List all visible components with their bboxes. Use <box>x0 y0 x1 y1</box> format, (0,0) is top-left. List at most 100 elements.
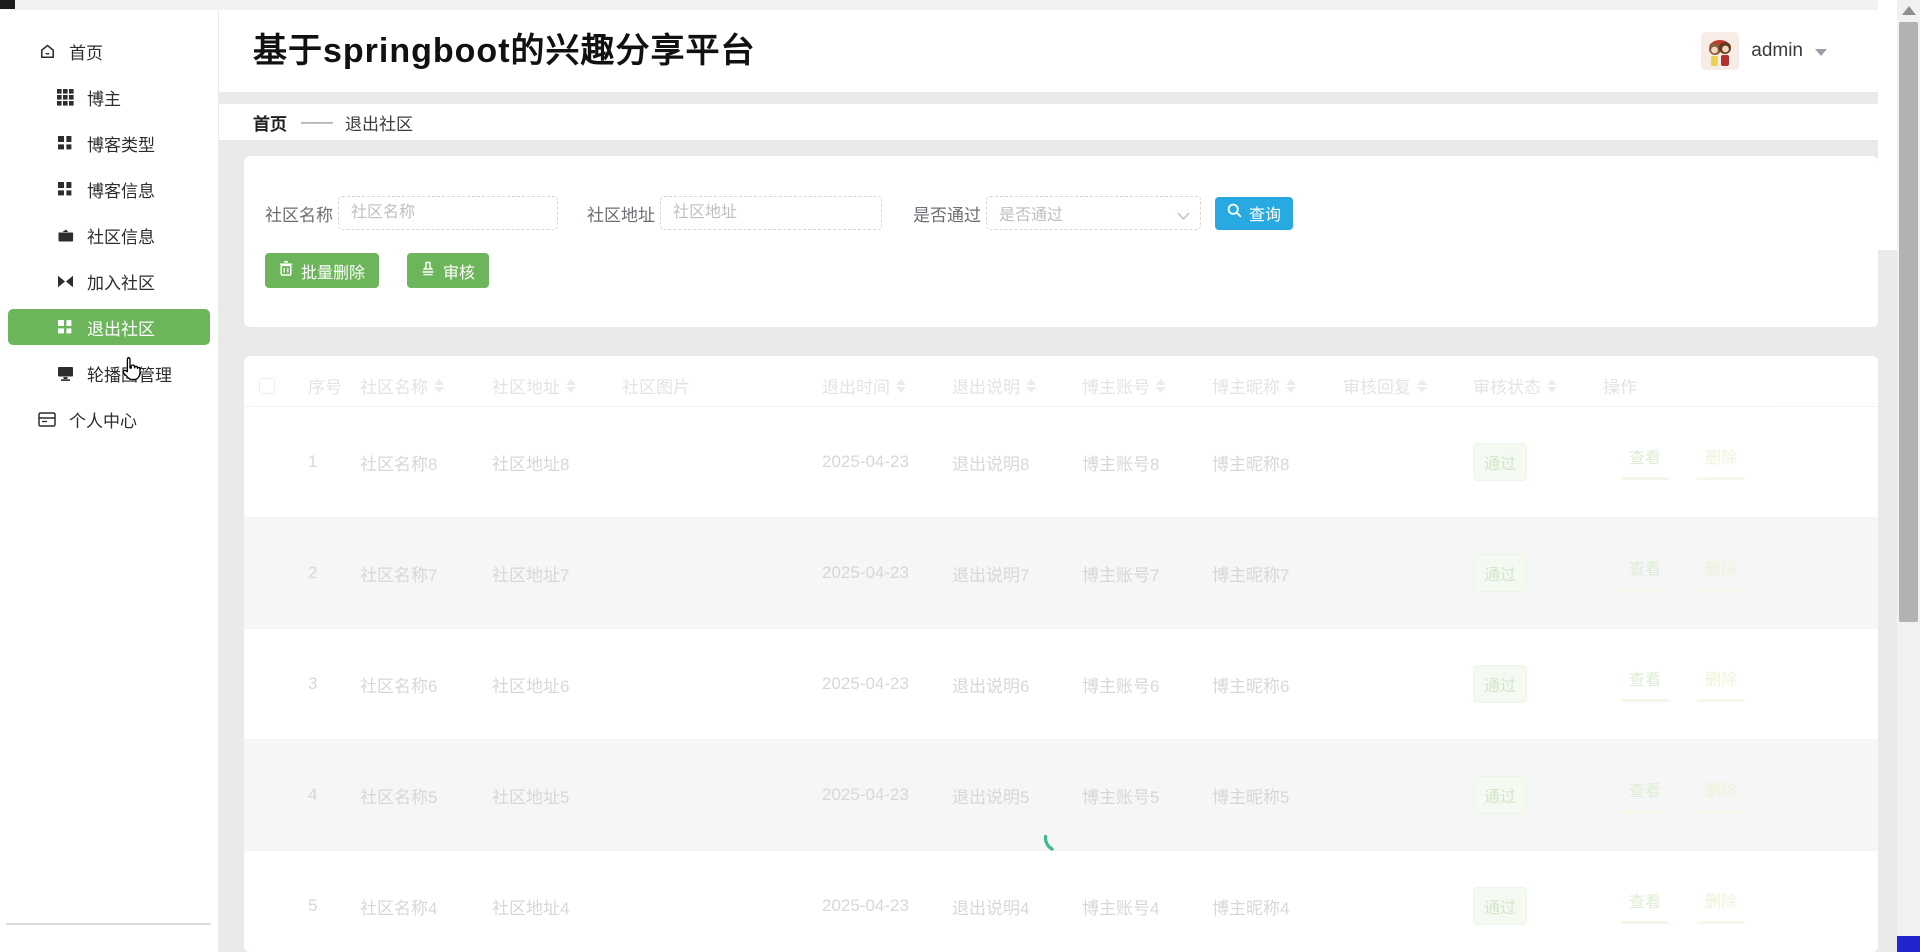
cell-nick: 博主昵称5 <box>1202 783 1333 808</box>
sidebar-item-8[interactable]: 个人中心 <box>0 396 218 442</box>
sort-carets-icon[interactable] <box>434 379 444 393</box>
sort-carets-icon[interactable] <box>1417 379 1427 393</box>
home-icon <box>38 42 56 60</box>
column-header-7[interactable]: 博主账号 <box>1072 373 1202 398</box>
column-header-6[interactable]: 退出说明 <box>942 373 1072 398</box>
table-header-row: 序号社区名称 社区地址 社区图片 退出时间 退出说明博主账号博主昵称审核回复审核状态 操作 <box>244 365 1878 407</box>
sidebar-item-5[interactable]: 加入社区 <box>0 258 218 304</box>
grid4-icon <box>56 180 74 198</box>
magnifier-icon <box>1227 203 1242 223</box>
scrollbar-bottom-marker[interactable] <box>1897 936 1920 952</box>
cell-addr: 社区地址7 <box>482 561 612 586</box>
cell-nick: 博主昵称4 <box>1202 894 1333 919</box>
column-header-8[interactable]: 博主昵称 <box>1202 373 1333 398</box>
status-badge: 通过 <box>1473 776 1527 814</box>
community-addr-input[interactable] <box>660 196 882 230</box>
scrollbar-up-arrow-icon[interactable] <box>1902 6 1916 15</box>
sidebar-item-3[interactable]: 博客信息 <box>0 166 218 212</box>
wallet-icon <box>56 226 74 244</box>
page-title: 基于springboot的兴趣分享平台 <box>253 10 756 92</box>
bowtie-icon <box>56 272 74 290</box>
column-header-10[interactable]: 审核状态 <box>1463 373 1593 398</box>
cell-time: 2025-04-23 <box>812 896 942 916</box>
sidebar-item-label: 加入社区 <box>87 269 155 294</box>
delete-button[interactable]: 删除 <box>1697 555 1745 591</box>
community-name-input[interactable] <box>338 196 558 230</box>
sort-carets-icon[interactable] <box>896 379 906 393</box>
search-button[interactable]: 查询 <box>1215 197 1293 230</box>
column-header-2[interactable]: 社区名称 <box>350 373 482 398</box>
status-badge: 通过 <box>1473 665 1527 703</box>
sort-carets-icon[interactable] <box>566 379 576 393</box>
view-button[interactable]: 查看 <box>1621 888 1669 924</box>
sidebar: 首页博主博客类型博客信息社区信息加入社区退出社区轮播图管理个人中心 <box>0 10 219 952</box>
column-header-label: 社区地址 <box>492 373 560 398</box>
column-header-label: 操作 <box>1603 373 1637 398</box>
sort-carets-icon[interactable] <box>1547 379 1557 393</box>
view-button[interactable]: 查看 <box>1621 444 1669 480</box>
cell-index: 3 <box>298 674 350 694</box>
breadcrumb-separator: —— <box>301 112 331 132</box>
column-header-label: 退出时间 <box>822 373 890 398</box>
cell-addr: 社区地址6 <box>482 672 612 697</box>
cell-name: 社区名称6 <box>350 672 482 697</box>
table-row-1: 1社区名称8社区地址82025-04-23退出说明8博主账号8博主昵称8通过查看… <box>244 407 1878 518</box>
cell-addr: 社区地址4 <box>482 894 612 919</box>
table-row-5: 5社区名称4社区地址42025-04-23退出说明4博主账号4博主昵称4通过查看… <box>244 851 1878 952</box>
view-button[interactable]: 查看 <box>1621 555 1669 591</box>
user-name[interactable]: admin <box>1751 40 1803 62</box>
sidebar-item-7[interactable]: 轮播图管理 <box>0 350 218 396</box>
cell-desc: 退出说明4 <box>942 894 1072 919</box>
cell-status: 通过 <box>1463 554 1593 592</box>
column-header-label: 社区名称 <box>360 373 428 398</box>
column-header-3[interactable]: 社区地址 <box>482 373 612 398</box>
column-header-label: 社区图片 <box>622 373 690 398</box>
cell-addr: 社区地址5 <box>482 783 612 808</box>
view-button[interactable]: 查看 <box>1621 777 1669 813</box>
review-label: 审核 <box>443 259 475 283</box>
sidebar-divider <box>6 923 211 925</box>
toolbar: 批量删除 审核 <box>265 253 489 288</box>
delete-button[interactable]: 删除 <box>1697 888 1745 924</box>
sort-carets-icon[interactable] <box>1286 379 1296 393</box>
cell-actions: 查看删除 <box>1593 888 1878 924</box>
review-button[interactable]: 审核 <box>407 253 489 288</box>
cell-status: 通过 <box>1463 443 1593 481</box>
cell-actions: 查看删除 <box>1593 555 1878 591</box>
cell-account: 博主账号7 <box>1072 561 1202 586</box>
batch-delete-button[interactable]: 批量删除 <box>265 253 379 288</box>
avatar[interactable] <box>1701 32 1739 70</box>
column-header-1: 序号 <box>298 373 350 398</box>
view-button[interactable]: 查看 <box>1621 666 1669 702</box>
header: 基于springboot的兴趣分享平台 admin <box>219 10 1897 92</box>
column-header-9[interactable]: 审核回复 <box>1333 373 1463 398</box>
sort-carets-icon[interactable] <box>1026 379 1036 393</box>
breadcrumb-home[interactable]: 首页 <box>253 110 287 135</box>
column-header-label: 审核状态 <box>1473 373 1541 398</box>
sidebar-item-4[interactable]: 社区信息 <box>0 212 218 258</box>
pass-select[interactable]: 是否通过 <box>986 196 1201 230</box>
select-all-cell <box>244 378 298 394</box>
sort-carets-icon[interactable] <box>1156 379 1166 393</box>
trash-icon <box>279 261 293 281</box>
column-header-5[interactable]: 退出时间 <box>812 373 942 398</box>
table-row-3: 3社区名称6社区地址62025-04-23退出说明6博主账号6博主昵称6通过查看… <box>244 629 1878 740</box>
status-badge: 通过 <box>1473 887 1527 925</box>
delete-button[interactable]: 删除 <box>1697 666 1745 702</box>
vertical-scrollbar[interactable] <box>1897 0 1920 952</box>
caret-down-icon <box>1815 49 1827 56</box>
delete-button[interactable]: 删除 <box>1697 444 1745 480</box>
app-window: 首页博主博客类型博客信息社区信息加入社区退出社区轮播图管理个人中心 基于spri… <box>0 0 1920 952</box>
scrollbar-thumb[interactable] <box>1899 22 1918 622</box>
sidebar-item-1[interactable]: 博主 <box>0 74 218 120</box>
delete-button[interactable]: 删除 <box>1697 777 1745 813</box>
community-name-label: 社区名称 <box>265 201 333 226</box>
sidebar-item-6[interactable]: 退出社区 <box>8 309 210 345</box>
select-all-checkbox[interactable] <box>259 378 275 394</box>
cell-account: 博主账号8 <box>1072 450 1202 475</box>
user-dropdown[interactable]: admin <box>1701 10 1827 92</box>
sidebar-item-0[interactable]: 首页 <box>0 28 218 74</box>
filter-form: 社区名称 社区地址 是否通过 是否通过 查询 <box>265 196 1293 230</box>
sidebar-item-label: 博客类型 <box>87 131 155 156</box>
sidebar-item-2[interactable]: 博客类型 <box>0 120 218 166</box>
